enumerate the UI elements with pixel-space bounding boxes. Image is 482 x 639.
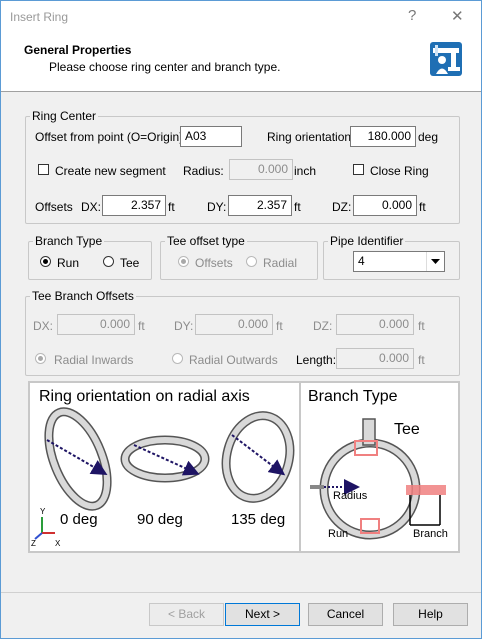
illustration-panel: Ring orientation on radial axis 0 deg 90… xyxy=(28,381,460,553)
offset-from-point-label: Offset from point (O=Origin): xyxy=(35,130,187,144)
offsets-radio[interactable] xyxy=(178,256,189,267)
radial-radio[interactable] xyxy=(246,256,257,267)
radial-inwards-radio[interactable] xyxy=(35,353,46,364)
radius-input[interactable]: 0.000 xyxy=(229,159,293,180)
orientation-title: Ring orientation on radial axis xyxy=(39,388,250,405)
dx-label: DX: xyxy=(81,200,102,214)
tee-dy-input[interactable]: 0.000 xyxy=(195,314,273,335)
dx-input[interactable]: 2.357 xyxy=(102,195,166,216)
length-unit: ft xyxy=(418,353,425,367)
dy-input[interactable]: 2.357 xyxy=(228,195,292,216)
piping-wizard-icon xyxy=(430,42,462,76)
offsets-label: Offsets xyxy=(35,200,73,214)
branch-type-title: Branch Type xyxy=(308,388,398,405)
ring-center-legend: Ring Center xyxy=(32,109,97,123)
axis-triad-icon xyxy=(34,517,55,540)
tee-radio-label: Tee xyxy=(120,256,140,270)
label-0-deg: 0 deg xyxy=(60,511,98,528)
ring-orientation-unit: deg xyxy=(418,130,439,144)
page-title: General Properties xyxy=(24,43,132,57)
axis-y-label: Y xyxy=(40,507,46,516)
radial-outwards-label: Radial Outwards xyxy=(189,353,278,367)
ring-orientation-label: Ring orientation: xyxy=(267,130,355,144)
run-radio[interactable] xyxy=(40,256,51,267)
wizard-header: General Properties Please choose ring ce… xyxy=(1,33,481,92)
branch-type-illustration xyxy=(310,418,446,540)
ring-orientation-input[interactable]: 180.000 xyxy=(350,126,416,147)
tee-dx-input[interactable]: 0.000 xyxy=(57,314,135,335)
label-135-deg: 135 deg xyxy=(231,511,286,528)
length-input[interactable]: 0.000 xyxy=(336,348,414,369)
dz-unit: ft xyxy=(419,200,426,214)
tee-dy-unit: ft xyxy=(276,319,283,333)
ring-90-deg-illustration xyxy=(120,435,210,483)
tee-diagram-label: Tee xyxy=(394,421,420,438)
tee-dz-label: DZ: xyxy=(313,319,333,333)
tee-dy-label: DY: xyxy=(174,319,194,333)
insert-ring-dialog: Insert Ring ? ✕ General Properties Pleas… xyxy=(0,0,482,639)
length-label: Length: xyxy=(296,353,337,367)
tee-dx-label: DX: xyxy=(33,319,54,333)
radius-label: Radius: xyxy=(183,164,224,178)
pipe-identifier-legend: Pipe Identifier xyxy=(330,234,404,248)
create-new-segment-label: Create new segment xyxy=(55,164,166,178)
close-ring-checkbox[interactable] xyxy=(353,164,364,175)
ring-0-deg-illustration xyxy=(44,407,112,511)
chevron-down-icon xyxy=(426,252,440,271)
footer-divider xyxy=(1,592,481,593)
branch-type-legend: Branch Type xyxy=(35,234,103,248)
tee-offset-type-legend: Tee offset type xyxy=(167,234,245,248)
run-diagram-label: Run xyxy=(328,528,349,540)
offset-from-point-input[interactable]: A03 xyxy=(180,126,242,147)
pipe-identifier-value: 4 xyxy=(358,254,365,268)
radius-unit: inch xyxy=(294,164,317,178)
back-button[interactable]: < Back xyxy=(149,603,224,626)
radial-inwards-label: Radial Inwards xyxy=(54,353,134,367)
page-subtitle: Please choose ring center and branch typ… xyxy=(49,60,281,74)
offsets-radio-label: Offsets xyxy=(195,256,233,270)
pipe-identifier-select[interactable]: 4 xyxy=(353,251,445,272)
tee-radio[interactable] xyxy=(103,256,114,267)
title-bar: Insert Ring ? ✕ xyxy=(1,1,481,33)
dy-unit: ft xyxy=(294,200,301,214)
dz-input[interactable]: 0.000 xyxy=(353,195,417,216)
label-90-deg: 90 deg xyxy=(137,511,183,528)
cancel-button[interactable]: Cancel xyxy=(308,603,383,626)
create-new-segment-checkbox[interactable] xyxy=(38,164,49,175)
tee-branch-offsets-legend: Tee Branch Offsets xyxy=(32,289,134,303)
next-button[interactable]: Next > xyxy=(225,603,300,626)
help-title-button[interactable]: ? xyxy=(408,7,416,24)
run-radio-label: Run xyxy=(57,256,80,270)
window-title: Insert Ring xyxy=(10,10,69,24)
tee-dz-input[interactable]: 0.000 xyxy=(336,314,414,335)
dy-label: DY: xyxy=(207,200,227,214)
dx-unit: ft xyxy=(168,200,175,214)
radius-diagram-label: Radius xyxy=(333,490,368,502)
close-icon[interactable]: ✕ xyxy=(451,7,464,25)
tee-dx-unit: ft xyxy=(138,319,145,333)
axis-z-label: Z xyxy=(31,539,36,548)
close-ring-label: Close Ring xyxy=(370,164,429,178)
branch-diagram-label: Branch xyxy=(413,528,448,540)
radial-radio-label: Radial xyxy=(263,256,298,270)
radial-outwards-radio[interactable] xyxy=(172,353,183,364)
axis-x-label: X xyxy=(55,539,61,548)
help-button[interactable]: Help xyxy=(393,603,468,626)
dz-label: DZ: xyxy=(332,200,352,214)
ring-135-deg-illustration xyxy=(221,411,295,503)
tee-dz-unit: ft xyxy=(418,319,425,333)
